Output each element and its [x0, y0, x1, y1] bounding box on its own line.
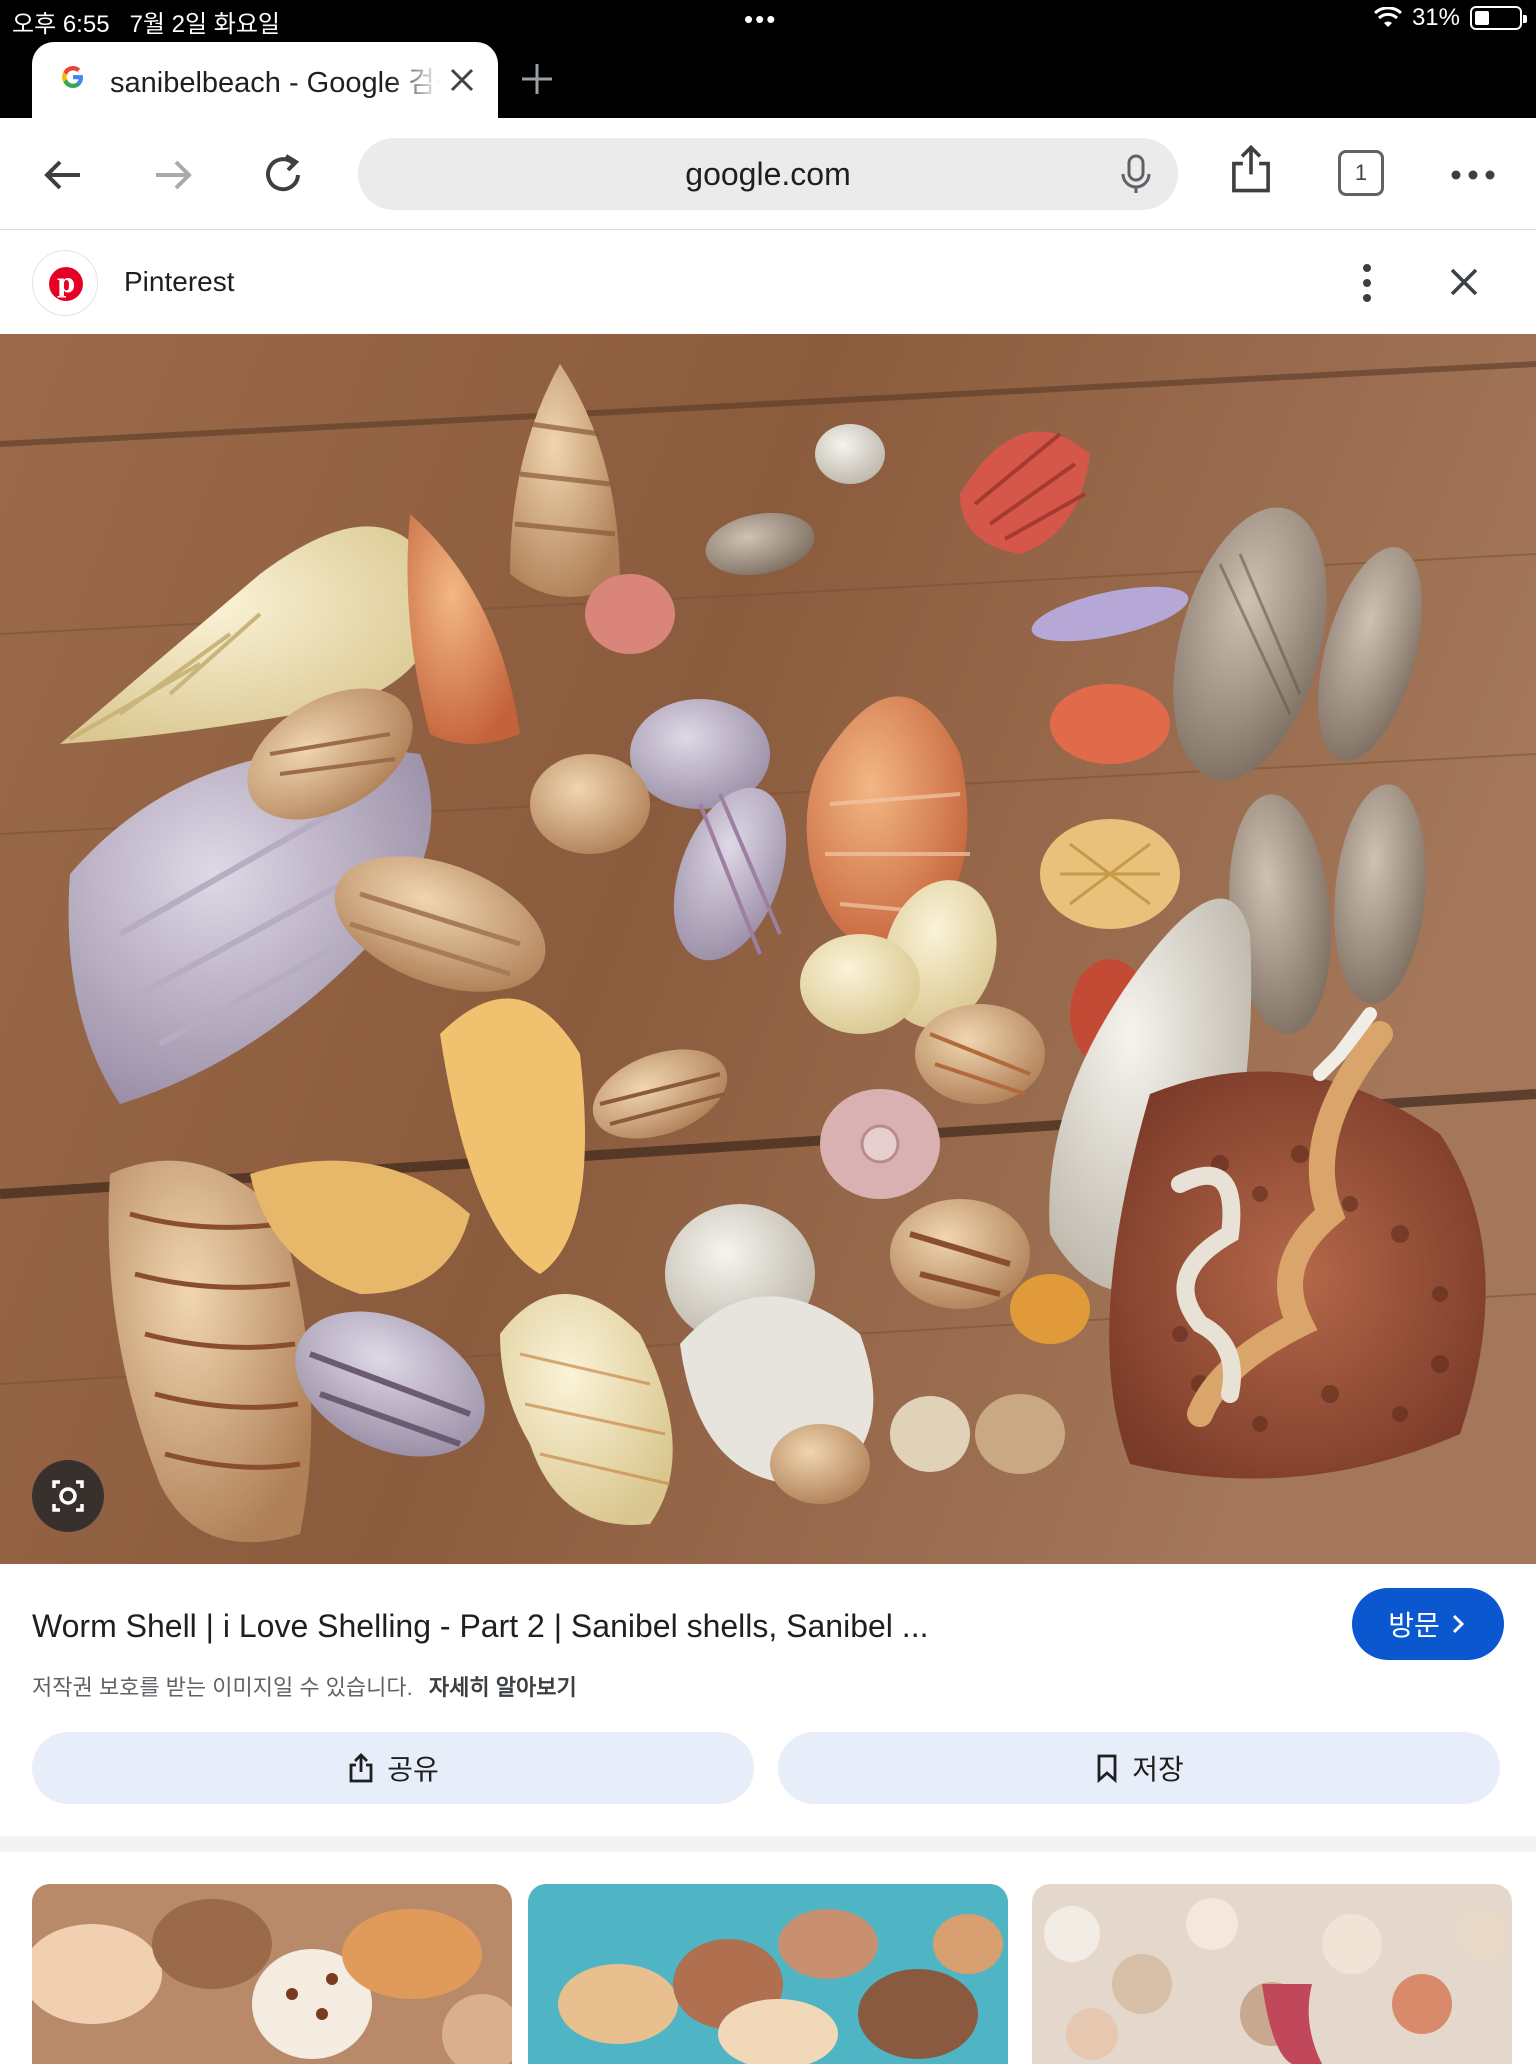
lens-icon	[52, 1480, 84, 1512]
battery-icon	[1470, 6, 1527, 30]
bookmark-icon	[1097, 1754, 1117, 1784]
wifi-icon	[1373, 7, 1402, 27]
tabs-icon[interactable]: 1	[1338, 150, 1384, 196]
tab-strip: sanibelbeach - Google 검색	[0, 40, 1536, 118]
related-image-thumbnail[interactable]	[1032, 1884, 1512, 2064]
visit-label: 방문	[1388, 1610, 1440, 1641]
google-favicon-icon	[60, 64, 94, 97]
seashells-illustration	[0, 334, 1536, 1564]
share-label: 공유	[387, 1754, 439, 1785]
multitasking-dots[interactable]: •••	[744, 4, 777, 35]
save-button[interactable]: 저장	[778, 1732, 1500, 1804]
related-image-thumbnail[interactable]	[528, 1884, 1008, 2064]
share-icon[interactable]	[1224, 142, 1278, 196]
url-text: google.com	[685, 156, 851, 192]
pinterest-logo-icon: p	[32, 250, 98, 316]
related-image-2	[528, 1884, 1008, 2064]
related-image-thumbnail[interactable]	[32, 1884, 512, 2064]
copyright-notice: 저작권 보호를 받는 이미지일 수 있습니다. 자세히 알아보기	[32, 1670, 577, 1702]
status-date: 7월 2일 화요일	[129, 11, 280, 38]
share-button[interactable]: 공유	[32, 1732, 754, 1804]
copyright-text: 저작권 보호를 받는 이미지일 수 있습니다.	[32, 1675, 413, 1700]
mic-icon[interactable]	[1116, 152, 1156, 196]
browser-tab[interactable]: sanibelbeach - Google 검색	[32, 42, 498, 118]
learn-more-link[interactable]: 자세히 알아보기	[429, 1675, 577, 1700]
seashells-image[interactable]	[0, 334, 1536, 1564]
section-divider	[0, 1836, 1536, 1852]
kebab-icon[interactable]	[1352, 260, 1382, 306]
close-tab-icon[interactable]	[444, 62, 480, 98]
source-name[interactable]: Pinterest	[124, 266, 235, 298]
share-icon	[349, 1753, 373, 1783]
lens-button[interactable]	[32, 1460, 104, 1532]
status-right: 31%	[1373, 4, 1527, 32]
source-bar: p Pinterest	[0, 230, 1536, 334]
new-tab-icon[interactable]	[516, 58, 558, 100]
back-arrow-icon[interactable]	[36, 148, 90, 202]
related-image-1	[32, 1884, 512, 2064]
battery-percent: 31%	[1411, 4, 1460, 31]
forward-arrow-icon[interactable]	[146, 148, 200, 202]
address-bar[interactable]: google.com	[358, 138, 1178, 210]
reload-icon[interactable]	[256, 148, 310, 202]
related-image-3	[1032, 1884, 1512, 2064]
result-title[interactable]: Worm Shell | i Love Shelling - Part 2 | …	[32, 1608, 928, 1645]
status-clock: 오후 6:55	[12, 11, 110, 38]
close-icon[interactable]	[1444, 262, 1484, 302]
more-icon[interactable]	[1446, 148, 1500, 202]
tab-title: sanibelbeach - Google 검색	[110, 67, 440, 99]
browser-toolbar: google.com 1	[0, 118, 1536, 230]
status-time: 오후 6:55 7월 2일 화요일	[12, 4, 280, 39]
status-bar: 오후 6:55 7월 2일 화요일 ••• 31%	[0, 0, 1536, 40]
visit-button[interactable]: 방문	[1352, 1588, 1504, 1660]
save-label: 저장	[1132, 1754, 1184, 1785]
pinterest-logo-letter: p	[49, 267, 83, 301]
chevron-right-icon	[1452, 1614, 1464, 1634]
